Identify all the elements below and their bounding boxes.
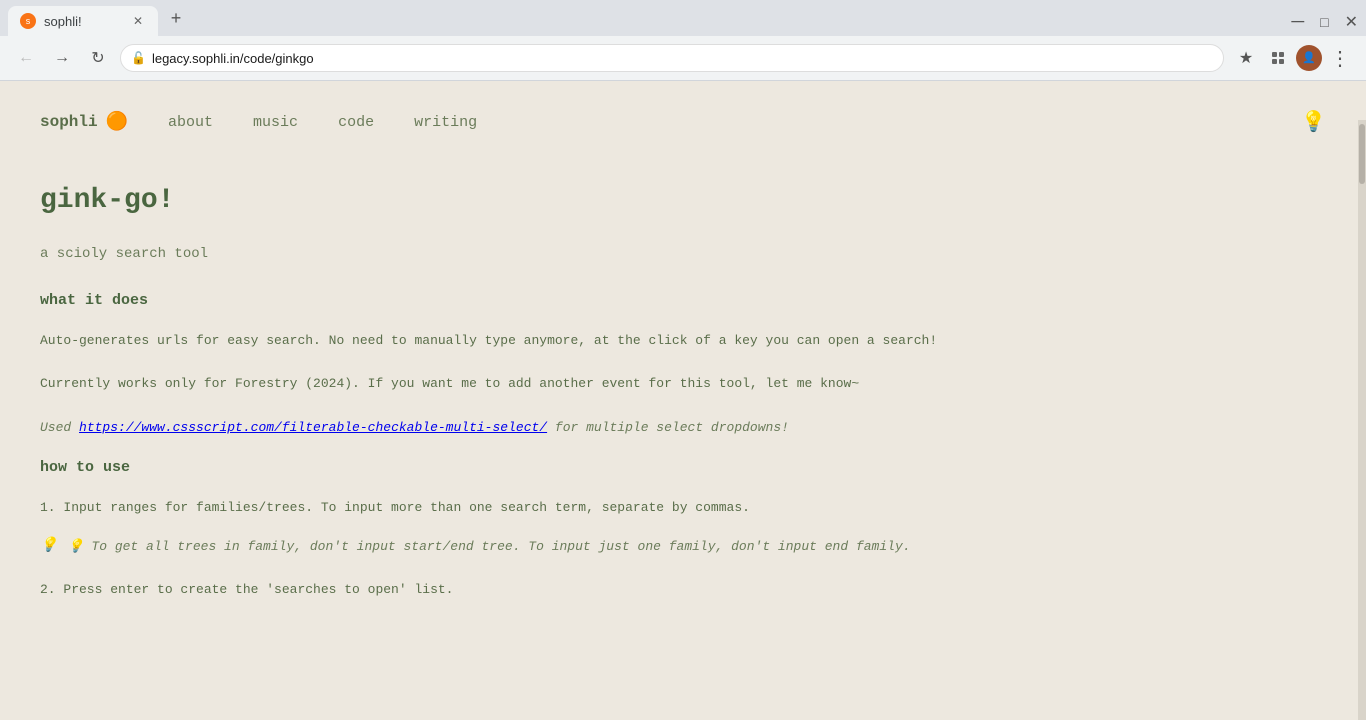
maximize-button[interactable]: □ xyxy=(1320,14,1328,30)
tab-title: sophli! xyxy=(44,14,82,29)
step-1: 1. Input ranges for families/trees. To i… xyxy=(40,496,1140,519)
profile-avatar[interactable]: 👤 xyxy=(1296,45,1322,71)
back-button[interactable]: ← xyxy=(12,44,40,72)
nav-link-code[interactable]: code xyxy=(338,114,374,131)
site-logo[interactable]: sophli 🟠 xyxy=(40,111,128,133)
browser-chrome: s sophli! ✕ + ─ □ ✕ ← → ↻ 🔓 legacy.sophl… xyxy=(0,0,1366,81)
how-to-use-heading: how to use xyxy=(40,459,1140,476)
tab-close-button[interactable]: ✕ xyxy=(130,13,146,29)
menu-button[interactable]: ⋮ xyxy=(1326,44,1354,72)
paragraph-1: Auto-generates urls for easy search. No … xyxy=(40,329,1140,352)
new-tab-button[interactable]: + xyxy=(162,6,190,34)
bookmark-button[interactable]: ★ xyxy=(1232,44,1260,72)
scrollbar-thumb[interactable] xyxy=(1359,124,1365,184)
browser-toolbar: ← → ↻ 🔓 legacy.sophli.in/code/ginkgo ★ 👤… xyxy=(0,36,1366,80)
page-title: gink-go! xyxy=(40,185,1140,216)
scrollbar[interactable] xyxy=(1358,120,1366,720)
tip-text: 💡 To get all trees in family, don't inpu… xyxy=(67,535,910,558)
tab-bar: s sophli! ✕ + ─ □ ✕ xyxy=(0,0,1366,36)
logo-emoji: 🟠 xyxy=(106,111,128,133)
paragraph-2: Currently works only for Forestry (2024)… xyxy=(40,372,1140,395)
how-to-section: how to use 1. Input ranges for families/… xyxy=(40,459,1140,601)
theme-toggle-icon[interactable]: 💡 xyxy=(1301,112,1326,135)
nav-right: 💡 xyxy=(1301,109,1326,135)
toolbar-right: ★ 👤 ⋮ xyxy=(1232,44,1354,72)
step-2: 2. Press enter to create the 'searches t… xyxy=(40,578,1140,601)
page-content: sophli 🟠 about music code writing 💡 gink… xyxy=(0,81,1366,681)
lock-icon: 🔓 xyxy=(131,51,146,65)
page-subtitle: a scioly search tool xyxy=(40,246,1140,262)
minimize-button[interactable]: ─ xyxy=(1291,11,1304,32)
address-bar[interactable]: 🔓 legacy.sophli.in/code/ginkgo xyxy=(120,44,1224,72)
forward-button[interactable]: → xyxy=(48,44,76,72)
window-controls: ─ □ ✕ xyxy=(1291,11,1358,32)
active-tab[interactable]: s sophli! ✕ xyxy=(8,6,158,36)
nav-links: about music code writing xyxy=(168,113,477,131)
tab-favicon: s xyxy=(20,13,36,29)
url-text: legacy.sophli.in/code/ginkgo xyxy=(152,51,1213,66)
nav-link-about[interactable]: about xyxy=(168,114,213,131)
what-it-does-heading: what it does xyxy=(40,292,1140,309)
close-button[interactable]: ✕ xyxy=(1345,12,1358,32)
logo-text: sophli xyxy=(40,113,98,131)
tip-emoji: 💡 xyxy=(40,537,57,554)
nav-link-writing[interactable]: writing xyxy=(414,114,477,131)
tip-1: 💡 💡 To get all trees in family, don't in… xyxy=(40,535,1140,558)
site-nav: sophli 🟠 about music code writing 💡 xyxy=(40,81,1326,155)
main-content: gink-go! a scioly search tool what it do… xyxy=(40,155,1140,601)
paragraph-3: Used https://www.cssscript.com/filterabl… xyxy=(40,416,1140,439)
reload-button[interactable]: ↻ xyxy=(84,44,112,72)
extensions-button[interactable] xyxy=(1264,44,1292,72)
cssscript-link[interactable]: https://www.cssscript.com/filterable-che… xyxy=(79,420,547,435)
nav-link-music[interactable]: music xyxy=(253,114,298,131)
